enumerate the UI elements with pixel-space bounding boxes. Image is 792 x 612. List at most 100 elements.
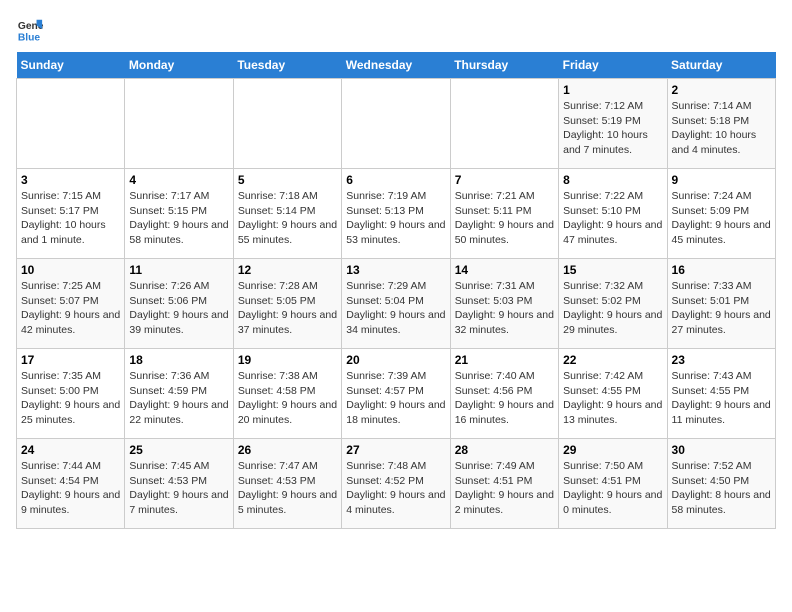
- day-cell: 2 Sunrise: 7:14 AM Sunset: 5:18 PM Daylig…: [667, 79, 775, 169]
- day-number: 30: [672, 443, 771, 457]
- day-info: Sunrise: 7:15 AM Sunset: 5:17 PM Dayligh…: [21, 189, 120, 248]
- day-cell: 24 Sunrise: 7:44 AM Sunset: 4:54 PM Dayli…: [17, 439, 125, 529]
- day-cell: 11 Sunrise: 7:26 AM Sunset: 5:06 PM Dayli…: [125, 259, 233, 349]
- day-number: 4: [129, 173, 228, 187]
- day-cell: 8 Sunrise: 7:22 AM Sunset: 5:10 PM Daylig…: [559, 169, 667, 259]
- week-row-4: 17Sunrise: 7:35 AM Sunset: 5:00 PM Dayli…: [17, 349, 776, 439]
- day-number: 19: [238, 353, 337, 367]
- day-info: Sunrise: 7:24 AM Sunset: 5:09 PM Dayligh…: [672, 189, 771, 248]
- day-cell: 14 Sunrise: 7:31 AM Sunset: 5:03 PM Dayli…: [450, 259, 558, 349]
- day-cell: 9 Sunrise: 7:24 AM Sunset: 5:09 PM Daylig…: [667, 169, 775, 259]
- day-number: 20: [346, 353, 445, 367]
- day-info: Sunrise: 7:17 AM Sunset: 5:15 PM Dayligh…: [129, 189, 228, 248]
- day-info: Sunrise: 7:26 AM Sunset: 5:06 PM Dayligh…: [129, 279, 228, 338]
- day-cell: 7 Sunrise: 7:21 AM Sunset: 5:11 PM Daylig…: [450, 169, 558, 259]
- day-number: 25: [129, 443, 228, 457]
- day-number: 28: [455, 443, 554, 457]
- day-info: Sunrise: 7:19 AM Sunset: 5:13 PM Dayligh…: [346, 189, 445, 248]
- day-number: 1: [563, 83, 662, 97]
- day-info: Sunrise: 7:47 AM Sunset: 4:53 PM Dayligh…: [238, 459, 337, 518]
- week-row-1: 1 Sunrise: 7:12 AM Sunset: 5:19 PM Daylig…: [17, 79, 776, 169]
- day-info: Sunrise: 7:50 AM Sunset: 4:51 PM Dayligh…: [563, 459, 662, 518]
- day-cell: 19 Sunrise: 7:38 AM Sunset: 4:58 PM Dayli…: [233, 349, 341, 439]
- day-cell: 15Sunrise: 7:32 AM Sunset: 5:02 PM Dayli…: [559, 259, 667, 349]
- day-cell: [233, 79, 341, 169]
- day-info: Sunrise: 7:52 AM Sunset: 4:50 PM Dayligh…: [672, 459, 771, 518]
- day-number: 24: [21, 443, 120, 457]
- calendar-table: SundayMondayTuesdayWednesdayThursdayFrid…: [16, 52, 776, 529]
- day-number: 26: [238, 443, 337, 457]
- week-row-3: 10 Sunrise: 7:25 AM Sunset: 5:07 PM Dayli…: [17, 259, 776, 349]
- day-header-friday: Friday: [559, 52, 667, 79]
- day-cell: [125, 79, 233, 169]
- day-number: 7: [455, 173, 554, 187]
- day-header-wednesday: Wednesday: [342, 52, 450, 79]
- day-info: Sunrise: 7:36 AM Sunset: 4:59 PM Dayligh…: [129, 369, 228, 428]
- day-cell: [450, 79, 558, 169]
- day-cell: 3 Sunrise: 7:15 AM Sunset: 5:17 PM Daylig…: [17, 169, 125, 259]
- day-number: 5: [238, 173, 337, 187]
- day-cell: 21 Sunrise: 7:40 AM Sunset: 4:56 PM Dayli…: [450, 349, 558, 439]
- day-cell: 26 Sunrise: 7:47 AM Sunset: 4:53 PM Dayli…: [233, 439, 341, 529]
- day-info: Sunrise: 7:29 AM Sunset: 5:04 PM Dayligh…: [346, 279, 445, 338]
- day-number: 22: [563, 353, 662, 367]
- day-info: Sunrise: 7:45 AM Sunset: 4:53 PM Dayligh…: [129, 459, 228, 518]
- day-number: 2: [672, 83, 771, 97]
- day-info: Sunrise: 7:49 AM Sunset: 4:51 PM Dayligh…: [455, 459, 554, 518]
- day-info: Sunrise: 7:39 AM Sunset: 4:57 PM Dayligh…: [346, 369, 445, 428]
- day-header-row: SundayMondayTuesdayWednesdayThursdayFrid…: [17, 52, 776, 79]
- day-number: 27: [346, 443, 445, 457]
- day-info: Sunrise: 7:32 AM Sunset: 5:02 PM Dayligh…: [563, 279, 662, 338]
- day-number: 11: [129, 263, 228, 277]
- day-cell: 5 Sunrise: 7:18 AM Sunset: 5:14 PM Daylig…: [233, 169, 341, 259]
- day-cell: 27 Sunrise: 7:48 AM Sunset: 4:52 PM Dayli…: [342, 439, 450, 529]
- day-info: Sunrise: 7:21 AM Sunset: 5:11 PM Dayligh…: [455, 189, 554, 248]
- day-info: Sunrise: 7:43 AM Sunset: 4:55 PM Dayligh…: [672, 369, 771, 428]
- day-cell: 4 Sunrise: 7:17 AM Sunset: 5:15 PM Daylig…: [125, 169, 233, 259]
- day-cell: 16Sunrise: 7:33 AM Sunset: 5:01 PM Dayli…: [667, 259, 775, 349]
- day-info: Sunrise: 7:14 AM Sunset: 5:18 PM Dayligh…: [672, 99, 771, 158]
- day-cell: 30 Sunrise: 7:52 AM Sunset: 4:50 PM Dayli…: [667, 439, 775, 529]
- day-number: 29: [563, 443, 662, 457]
- day-info: Sunrise: 7:31 AM Sunset: 5:03 PM Dayligh…: [455, 279, 554, 338]
- day-info: Sunrise: 7:12 AM Sunset: 5:19 PM Dayligh…: [563, 99, 662, 158]
- day-header-sunday: Sunday: [17, 52, 125, 79]
- day-cell: 1 Sunrise: 7:12 AM Sunset: 5:19 PM Daylig…: [559, 79, 667, 169]
- day-info: Sunrise: 7:35 AM Sunset: 5:00 PM Dayligh…: [21, 369, 120, 428]
- day-info: Sunrise: 7:44 AM Sunset: 4:54 PM Dayligh…: [21, 459, 120, 518]
- day-info: Sunrise: 7:40 AM Sunset: 4:56 PM Dayligh…: [455, 369, 554, 428]
- day-cell: 28 Sunrise: 7:49 AM Sunset: 4:51 PM Dayli…: [450, 439, 558, 529]
- day-cell: 12Sunrise: 7:28 AM Sunset: 5:05 PM Dayli…: [233, 259, 341, 349]
- day-info: Sunrise: 7:42 AM Sunset: 4:55 PM Dayligh…: [563, 369, 662, 428]
- day-number: 18: [129, 353, 228, 367]
- day-info: Sunrise: 7:22 AM Sunset: 5:10 PM Dayligh…: [563, 189, 662, 248]
- day-cell: 13 Sunrise: 7:29 AM Sunset: 5:04 PM Dayli…: [342, 259, 450, 349]
- day-info: Sunrise: 7:18 AM Sunset: 5:14 PM Dayligh…: [238, 189, 337, 248]
- day-number: 13: [346, 263, 445, 277]
- day-number: 3: [21, 173, 120, 187]
- day-info: Sunrise: 7:48 AM Sunset: 4:52 PM Dayligh…: [346, 459, 445, 518]
- day-header-monday: Monday: [125, 52, 233, 79]
- day-number: 21: [455, 353, 554, 367]
- day-info: Sunrise: 7:25 AM Sunset: 5:07 PM Dayligh…: [21, 279, 120, 338]
- day-number: 10: [21, 263, 120, 277]
- day-cell: 22 Sunrise: 7:42 AM Sunset: 4:55 PM Dayli…: [559, 349, 667, 439]
- day-cell: 23Sunrise: 7:43 AM Sunset: 4:55 PM Dayli…: [667, 349, 775, 439]
- day-cell: 10 Sunrise: 7:25 AM Sunset: 5:07 PM Dayli…: [17, 259, 125, 349]
- day-info: Sunrise: 7:38 AM Sunset: 4:58 PM Dayligh…: [238, 369, 337, 428]
- page-header: General Blue: [16, 16, 776, 44]
- week-row-2: 3 Sunrise: 7:15 AM Sunset: 5:17 PM Daylig…: [17, 169, 776, 259]
- day-number: 12: [238, 263, 337, 277]
- day-number: 8: [563, 173, 662, 187]
- day-header-saturday: Saturday: [667, 52, 775, 79]
- day-cell: 20 Sunrise: 7:39 AM Sunset: 4:57 PM Dayli…: [342, 349, 450, 439]
- day-header-thursday: Thursday: [450, 52, 558, 79]
- day-info: Sunrise: 7:33 AM Sunset: 5:01 PM Dayligh…: [672, 279, 771, 338]
- day-number: 9: [672, 173, 771, 187]
- day-cell: [17, 79, 125, 169]
- week-row-5: 24 Sunrise: 7:44 AM Sunset: 4:54 PM Dayli…: [17, 439, 776, 529]
- logo: General Blue: [16, 16, 44, 44]
- day-cell: 25 Sunrise: 7:45 AM Sunset: 4:53 PM Dayli…: [125, 439, 233, 529]
- day-header-tuesday: Tuesday: [233, 52, 341, 79]
- day-number: 14: [455, 263, 554, 277]
